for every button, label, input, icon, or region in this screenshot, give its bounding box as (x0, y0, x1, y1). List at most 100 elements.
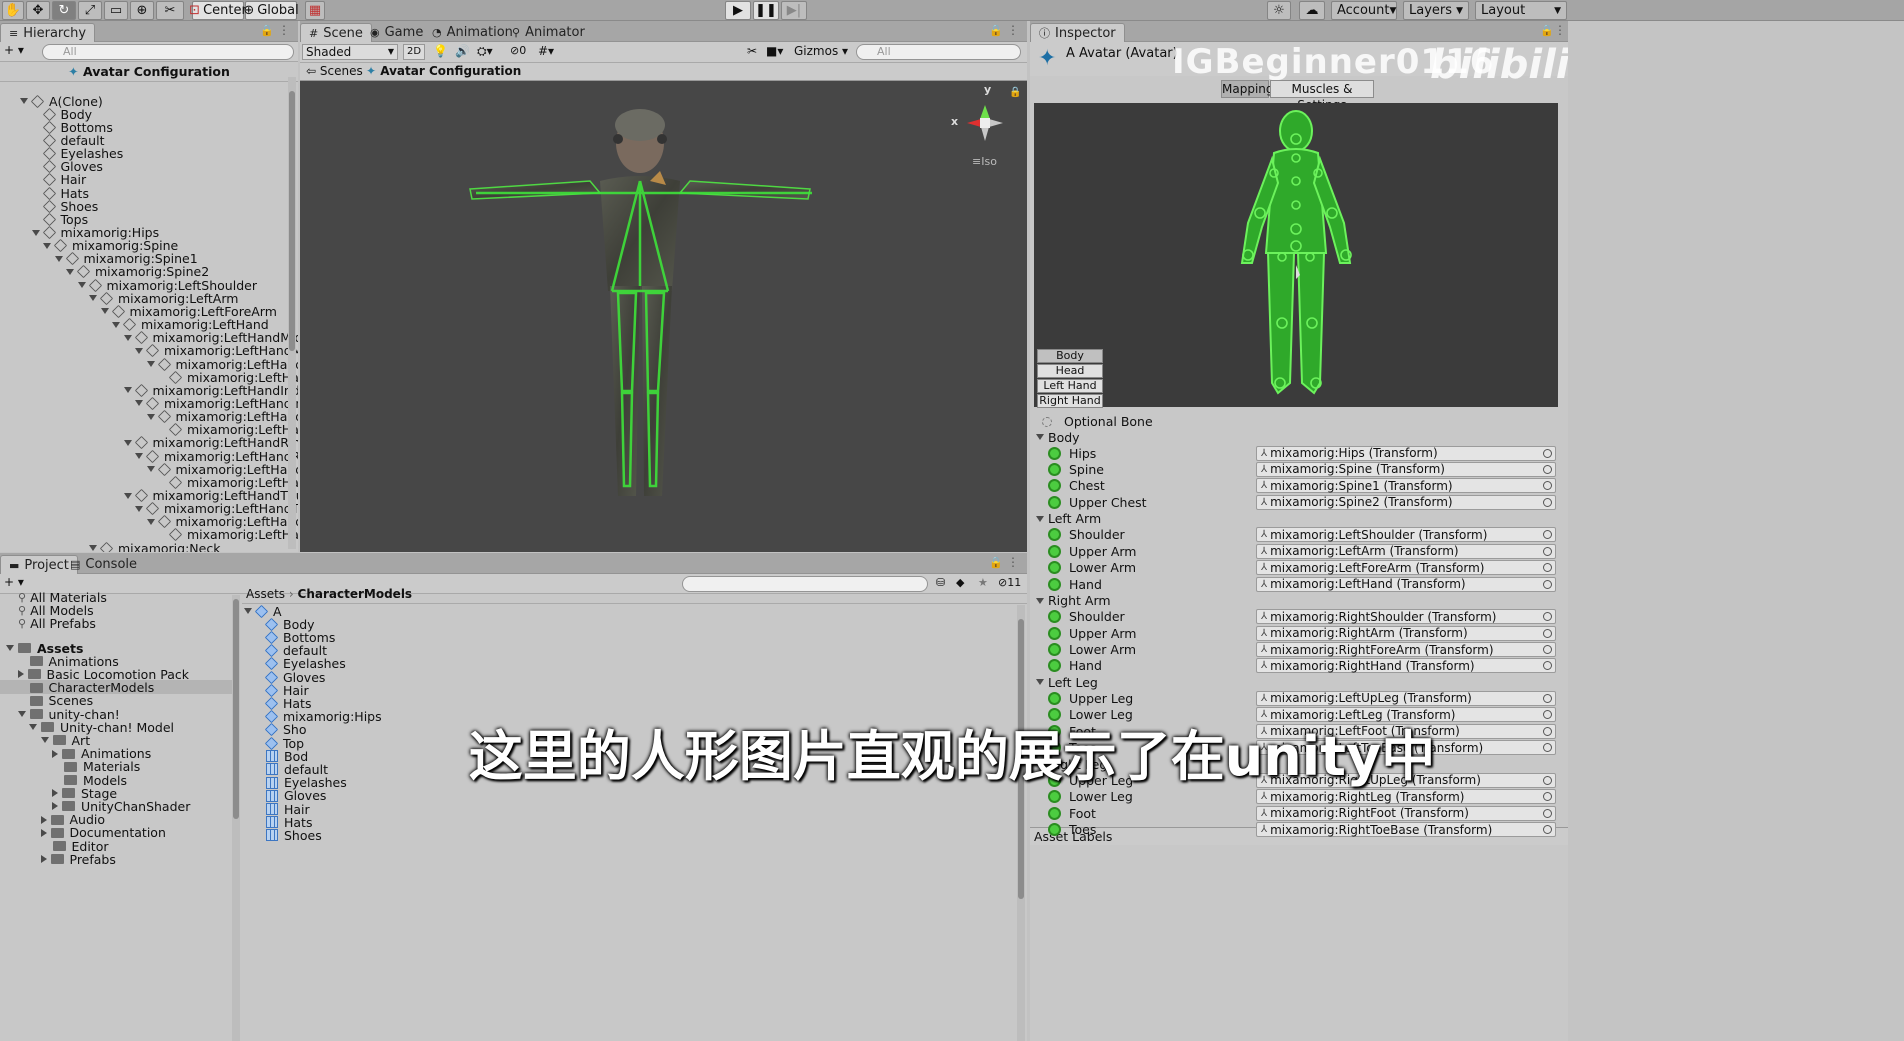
hand-tool-icon[interactable]: ✋ (2, 1, 24, 20)
chevron-down-icon[interactable] (89, 545, 97, 552)
project-folder-item[interactable]: Prefabs (40, 851, 116, 867)
create-button[interactable]: + ▾ (4, 43, 24, 57)
bone-section-header[interactable]: Right Arm (1036, 593, 1111, 609)
hierarchy-search-input[interactable]: All (42, 44, 294, 60)
tab-animator[interactable]: ⚲ Animator (504, 23, 593, 42)
hidden-objects-toggle[interactable]: ⊘0 (510, 44, 526, 57)
bone-transform-field[interactable]: ⅄ mixamorig:LeftShoulder (Transform) (1256, 527, 1556, 543)
object-picker-icon[interactable] (1543, 546, 1552, 556)
chevron-down-icon[interactable] (112, 321, 120, 328)
chevron-down-icon[interactable] (31, 229, 40, 236)
menu-icon[interactable]: ⋮ (1007, 555, 1019, 569)
asset-list-scrollbar[interactable] (1017, 605, 1025, 1041)
rect-tool-icon[interactable]: ▭ (104, 1, 128, 20)
bone-transform-field[interactable]: ⅄ mixamorig:LeftHand (Transform) (1256, 576, 1556, 592)
create-button[interactable]: + ▾ (4, 575, 24, 589)
chevron-down-icon[interactable] (146, 466, 155, 473)
pause-button[interactable]: ❚❚ (753, 1, 779, 20)
account-dropdown[interactable]: Account ▼ (1331, 1, 1397, 20)
lock-icon[interactable]: 🔒 (989, 556, 1003, 569)
chevron-down-icon[interactable] (1036, 515, 1044, 522)
bone-transform-field[interactable]: ⅄ mixamorig:RightArm (Transform) (1256, 625, 1556, 641)
bone-transform-field[interactable]: ⅄ mixamorig:RightToeBase (Transform) (1256, 822, 1556, 838)
layers-dropdown[interactable]: Layers ▼ (1403, 1, 1469, 20)
iso-toggle[interactable]: ≡Iso (972, 155, 997, 168)
menu-icon[interactable]: ⋮ (278, 23, 290, 37)
hierarchy-item[interactable]: mixamorig:Neck (89, 540, 220, 552)
tab-hierarchy[interactable]: ≡ Hierarchy (0, 23, 96, 42)
bone-transform-field[interactable]: ⅄ mixamorig:RightFoot (Transform) (1256, 805, 1556, 821)
chevron-down-icon[interactable] (135, 505, 143, 512)
chevron-down-icon[interactable] (20, 98, 28, 104)
tab-mapping[interactable]: Mapping (1221, 80, 1274, 98)
chevron-down-icon[interactable] (89, 295, 97, 302)
chevron-down-icon[interactable] (135, 453, 143, 460)
play-button[interactable]: ▶ (725, 1, 751, 20)
object-picker-icon[interactable] (1543, 497, 1552, 507)
tab-game[interactable]: ◉ Game (362, 23, 431, 42)
lock-icon[interactable]: 🔒 (1009, 87, 1021, 98)
asset-item[interactable]: Shoes (266, 827, 322, 843)
pivot-center-button[interactable]: ⊡ Center (189, 1, 247, 20)
lock-icon[interactable]: 🔒 (260, 24, 274, 37)
bone-section-header[interactable]: Body (1036, 429, 1080, 445)
object-picker-icon[interactable] (1543, 645, 1552, 654)
object-picker-icon[interactable] (1543, 448, 1552, 458)
chevron-right-icon[interactable] (40, 828, 47, 837)
step-button[interactable]: ▶| (781, 1, 807, 20)
chevron-down-icon[interactable] (146, 413, 155, 420)
chevron-down-icon[interactable] (1036, 679, 1044, 686)
chevron-down-icon[interactable] (66, 268, 74, 275)
chevron-down-icon[interactable] (135, 400, 143, 407)
gizmos-dropdown[interactable]: Gizmos ▾ (794, 44, 848, 58)
favorite-item[interactable]: ⚲ All Prefabs (18, 615, 96, 631)
object-picker-icon[interactable] (1543, 693, 1552, 703)
chevron-down-icon[interactable] (43, 242, 51, 249)
grid-snap-icon[interactable]: ▦ (305, 1, 325, 20)
object-picker-icon[interactable] (1543, 825, 1552, 835)
bone-transform-field[interactable]: ⅄ mixamorig:Spine (Transform) (1256, 461, 1556, 477)
custom-tool-icon[interactable]: ✂ (156, 1, 184, 20)
chevron-down-icon[interactable] (146, 518, 155, 525)
chevron-down-icon[interactable] (123, 439, 132, 446)
body-view-button[interactable]: Body (1037, 349, 1103, 363)
tools-icon[interactable]: ✂ (747, 44, 757, 58)
object-picker-icon[interactable] (1543, 530, 1552, 540)
chevron-down-icon[interactable] (123, 387, 132, 394)
lock-icon[interactable]: 🔒 (989, 24, 1003, 37)
rotate-tool-icon[interactable]: ↻ (52, 1, 76, 20)
move-tool-icon[interactable]: ✥ (26, 1, 50, 20)
breadcrumb-charactermodels[interactable]: CharacterModels (298, 587, 413, 601)
grid-toggle-icon[interactable]: #▾ (538, 44, 554, 58)
tab-muscles-settings[interactable]: Muscles & Settings (1270, 80, 1374, 112)
bone-transform-field[interactable]: ⅄ mixamorig:RightShoulder (Transform) (1256, 609, 1556, 625)
collab-icon[interactable]: ☼ (1267, 1, 1291, 20)
right-hand-view-button[interactable]: Right Hand (1037, 394, 1103, 408)
bone-transform-field[interactable]: ⅄ mixamorig:RightForeArm (Transform) (1256, 642, 1556, 657)
object-picker-icon[interactable] (1543, 579, 1552, 589)
chevron-down-icon[interactable] (77, 282, 86, 289)
camera-icon[interactable]: ■▾ (766, 44, 783, 58)
bone-transform-field[interactable]: ⅄ mixamorig:Spine1 (Transform) (1256, 478, 1556, 494)
chevron-down-icon[interactable] (244, 608, 252, 614)
chevron-right-icon[interactable] (40, 855, 47, 864)
menu-icon[interactable]: ⋮ (1554, 23, 1566, 37)
bone-section-header[interactable]: Left Leg (1036, 674, 1098, 690)
shading-dropdown[interactable]: Shaded ▼ (302, 44, 398, 60)
breadcrumb-assets[interactable]: Assets (246, 587, 285, 601)
chevron-down-icon[interactable] (123, 334, 132, 341)
chevron-right-icon[interactable] (40, 815, 47, 824)
bone-transform-field[interactable]: ⅄ mixamorig:Spine2 (Transform) (1256, 494, 1556, 510)
chevron-down-icon[interactable] (123, 492, 132, 499)
tab-inspector[interactable]: ⓘ Inspector (1030, 23, 1125, 42)
chevron-down-icon[interactable] (6, 645, 14, 651)
effects-icon[interactable]: ⛭▾ (477, 44, 493, 59)
object-picker-icon[interactable] (1543, 628, 1552, 638)
bone-section-header[interactable]: Left Arm (1036, 511, 1101, 527)
2d-toggle[interactable]: 2D (403, 44, 425, 60)
object-picker-icon[interactable] (1543, 481, 1552, 491)
object-picker-icon[interactable] (1543, 563, 1552, 573)
chevron-right-icon[interactable] (52, 802, 58, 811)
humanoid-diagram[interactable] (1034, 103, 1558, 407)
tab-console[interactable]: ▤ Console (62, 555, 145, 574)
